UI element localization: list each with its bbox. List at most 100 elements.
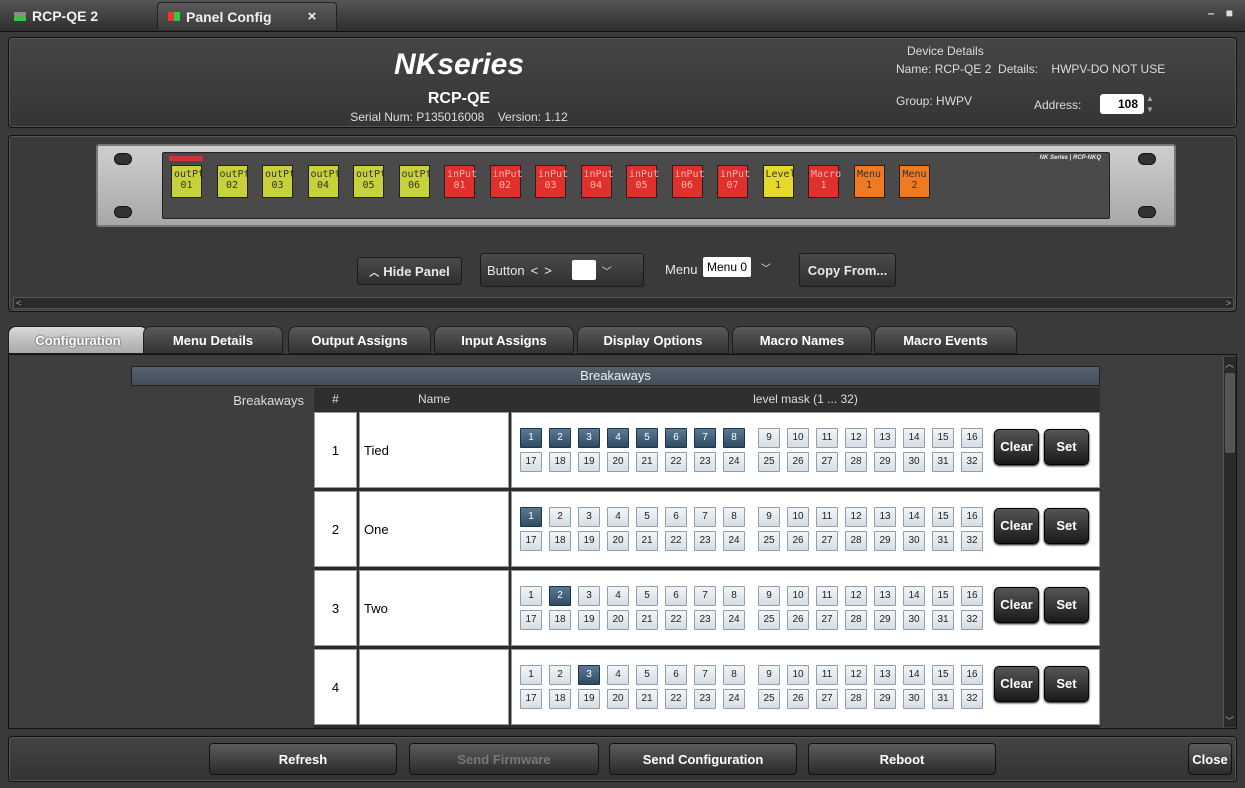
row-name-field[interactable]: Two	[359, 570, 509, 646]
level-mask-toggle[interactable]: 1	[520, 428, 542, 448]
address-spinner[interactable]: 108 ▲ ▼	[1100, 94, 1157, 114]
level-mask-toggle[interactable]: 9	[758, 428, 780, 448]
level-mask-toggle[interactable]: 1	[520, 586, 542, 606]
level-mask-toggle[interactable]: 3	[578, 586, 600, 606]
set-button[interactable]: Set	[1044, 429, 1089, 465]
level-mask-toggle[interactable]: 17	[520, 531, 542, 551]
level-mask-toggle[interactable]: 2	[549, 428, 571, 448]
chevron-down-icon[interactable]: ﹀	[602, 263, 612, 278]
level-mask-toggle[interactable]: 26	[787, 689, 809, 709]
chevron-down-icon[interactable]: ﹀	[755, 260, 777, 275]
level-mask-toggle[interactable]: 7	[694, 586, 716, 606]
level-mask-toggle[interactable]: 14	[903, 428, 925, 448]
level-mask-toggle[interactable]: 26	[787, 610, 809, 630]
level-mask-toggle[interactable]: 14	[903, 507, 925, 527]
level-mask-toggle[interactable]: 31	[932, 531, 954, 551]
level-mask-toggle[interactable]: 24	[723, 689, 745, 709]
set-button[interactable]: Set	[1044, 508, 1089, 544]
panel-button[interactable]: Level 1	[762, 165, 796, 198]
level-mask-toggle[interactable]: 31	[932, 610, 954, 630]
level-mask-toggle[interactable]: 27	[816, 452, 838, 472]
level-mask-toggle[interactable]: 8	[723, 665, 745, 685]
level-mask-toggle[interactable]: 3	[578, 428, 600, 448]
level-mask-toggle[interactable]: 18	[549, 610, 571, 630]
level-mask-toggle[interactable]: 8	[723, 507, 745, 527]
reboot-button[interactable]: Reboot	[808, 743, 996, 775]
copy-from-button[interactable]: Copy From...	[799, 253, 896, 287]
level-mask-toggle[interactable]: 21	[636, 689, 658, 709]
panel-button[interactable]: outPt 05	[353, 165, 386, 198]
level-mask-toggle[interactable]: 32	[961, 689, 983, 709]
level-mask-toggle[interactable]: 11	[816, 507, 838, 527]
panel-button[interactable]: inPut 05	[626, 165, 659, 198]
level-mask-toggle[interactable]: 22	[665, 531, 687, 551]
level-mask-toggle[interactable]: 1	[520, 665, 542, 685]
level-mask-toggle[interactable]: 8	[723, 586, 745, 606]
level-mask-toggle[interactable]: 32	[961, 452, 983, 472]
level-mask-toggle[interactable]: 20	[607, 689, 629, 709]
scroll-left-icon[interactable]: <	[16, 298, 21, 308]
tab-display-options[interactable]: Display Options	[577, 326, 729, 354]
level-mask-toggle[interactable]: 19	[578, 452, 600, 472]
level-mask-toggle[interactable]: 19	[578, 531, 600, 551]
level-mask-toggle[interactable]: 6	[665, 507, 687, 527]
level-mask-toggle[interactable]: 19	[578, 610, 600, 630]
level-mask-toggle[interactable]: 12	[845, 507, 867, 527]
tab-panel-config[interactable]: Panel Config ×	[157, 2, 337, 30]
level-mask-toggle[interactable]: 7	[694, 665, 716, 685]
level-mask-toggle[interactable]: 29	[874, 452, 896, 472]
button-select[interactable]	[571, 260, 596, 280]
level-mask-toggle[interactable]: 15	[932, 507, 954, 527]
level-mask-toggle[interactable]: 17	[520, 610, 542, 630]
level-mask-toggle[interactable]: 21	[636, 452, 658, 472]
level-mask-toggle[interactable]: 16	[961, 665, 983, 685]
level-mask-toggle[interactable]: 5	[636, 665, 658, 685]
tab-menu-details[interactable]: Menu Details	[143, 326, 283, 354]
address-input[interactable]: 108	[1100, 94, 1144, 114]
tab-macro-events[interactable]: Macro Events	[874, 326, 1017, 354]
level-mask-toggle[interactable]: 6	[665, 586, 687, 606]
set-button[interactable]: Set	[1044, 666, 1089, 702]
level-mask-toggle[interactable]: 16	[961, 428, 983, 448]
level-mask-toggle[interactable]: 26	[787, 452, 809, 472]
level-mask-toggle[interactable]: 27	[816, 610, 838, 630]
level-mask-toggle[interactable]: 7	[694, 428, 716, 448]
level-mask-toggle[interactable]: 12	[845, 665, 867, 685]
level-mask-toggle[interactable]: 1	[520, 507, 542, 527]
level-mask-toggle[interactable]: 24	[723, 531, 745, 551]
tab-rcp-qe-2[interactable]: RCP-QE 2	[4, 2, 152, 30]
level-mask-toggle[interactable]: 9	[758, 665, 780, 685]
level-mask-toggle[interactable]: 22	[665, 452, 687, 472]
panel-button[interactable]: outPt 02	[216, 165, 250, 198]
close-tab-icon[interactable]: ×	[308, 8, 317, 25]
level-mask-toggle[interactable]: 30	[903, 452, 925, 472]
tab-input-assigns[interactable]: Input Assigns	[434, 326, 574, 354]
level-mask-toggle[interactable]: 13	[874, 428, 896, 448]
panel-button[interactable]: outPt 04	[307, 165, 341, 198]
level-mask-toggle[interactable]: 31	[932, 452, 954, 472]
level-mask-toggle[interactable]: 22	[665, 689, 687, 709]
panel-button[interactable]: inPut 01	[444, 165, 477, 198]
panel-button[interactable]: outPt 03	[262, 165, 295, 198]
level-mask-toggle[interactable]: 20	[607, 610, 629, 630]
next-button-icon[interactable]: >	[544, 263, 552, 278]
level-mask-toggle[interactable]: 29	[874, 610, 896, 630]
vertical-scrollbar[interactable]: ︿ ﹀	[1223, 357, 1236, 727]
scroll-right-icon[interactable]: >	[1226, 298, 1231, 308]
horizontal-scrollbar[interactable]: < >	[13, 297, 1234, 309]
level-mask-toggle[interactable]: 25	[758, 689, 780, 709]
level-mask-toggle[interactable]: 17	[520, 452, 542, 472]
level-mask-toggle[interactable]: 22	[665, 610, 687, 630]
level-mask-toggle[interactable]: 6	[665, 665, 687, 685]
level-mask-toggle[interactable]: 6	[665, 428, 687, 448]
level-mask-toggle[interactable]: 3	[578, 507, 600, 527]
clear-button[interactable]: Clear	[994, 666, 1039, 702]
tab-macro-names[interactable]: Macro Names	[732, 326, 872, 354]
level-mask-toggle[interactable]: 5	[636, 507, 658, 527]
set-button[interactable]: Set	[1044, 587, 1089, 623]
level-mask-toggle[interactable]: 7	[694, 507, 716, 527]
level-mask-toggle[interactable]: 4	[607, 428, 629, 448]
level-mask-toggle[interactable]: 2	[549, 586, 571, 606]
panel-button[interactable]: outPt 06	[398, 165, 432, 198]
level-mask-toggle[interactable]: 2	[549, 665, 571, 685]
